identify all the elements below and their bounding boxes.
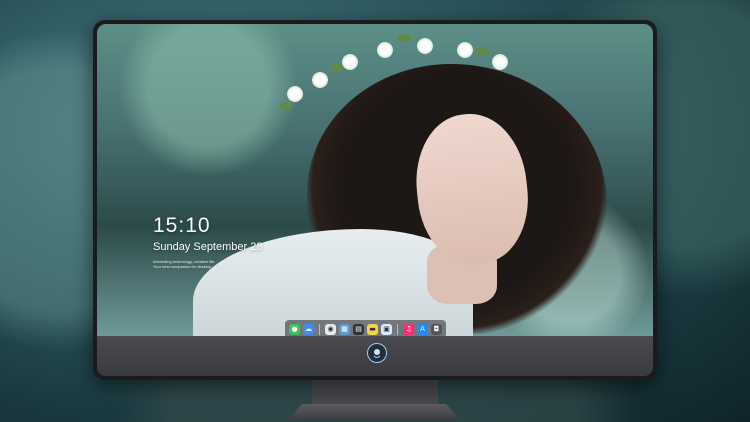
preview-icon[interactable]: ▦ — [339, 323, 350, 335]
leaf-decoration — [397, 34, 411, 42]
flower-decoration — [377, 42, 393, 58]
flower-decoration — [342, 54, 358, 70]
messages-icon[interactable]: ● — [289, 323, 300, 335]
monitor-stand-base — [288, 404, 460, 420]
finder-icon[interactable]: ☁ — [303, 323, 314, 335]
monitor-stand-neck — [312, 380, 438, 406]
monitor-chin — [97, 336, 653, 376]
clapper-icon[interactable]: ▤ — [353, 323, 364, 335]
flower-decoration — [417, 38, 433, 54]
dock: ● ☁ ◉ ▦ ▤ ▬ ▣ ♫ A ◘ — [285, 320, 446, 336]
screen: 15:10 Sunday September 28 Interesting te… — [97, 24, 653, 336]
brand-logo-icon — [367, 343, 387, 363]
lockscreen-time: 15:10 — [153, 214, 211, 237]
leaf-decoration — [329, 64, 343, 72]
safari-icon[interactable]: ◉ — [325, 323, 336, 335]
flower-decoration — [287, 86, 303, 102]
info-line: Your best companion for desktop — [153, 264, 212, 269]
notes-icon[interactable]: ▬ — [367, 323, 378, 335]
lockscreen-info: Interesting technology, creative life Yo… — [153, 259, 214, 269]
leaf-decoration — [279, 102, 293, 110]
dock-separator — [319, 323, 320, 335]
flower-decoration — [312, 72, 328, 88]
monitor: 15:10 Sunday September 28 Interesting te… — [93, 20, 657, 380]
photos-icon[interactable]: ▣ — [381, 323, 392, 335]
dock-separator — [397, 323, 398, 335]
flower-decoration — [492, 54, 508, 70]
brand-logo-glyph — [373, 349, 381, 358]
flower-decoration — [457, 42, 473, 58]
appstore-icon[interactable]: A — [417, 323, 428, 335]
lockscreen-date: Sunday September 28 — [153, 241, 263, 253]
camera-icon[interactable]: ◘ — [431, 323, 442, 335]
music-icon[interactable]: ♫ — [403, 323, 414, 335]
leaf-decoration — [475, 48, 489, 56]
